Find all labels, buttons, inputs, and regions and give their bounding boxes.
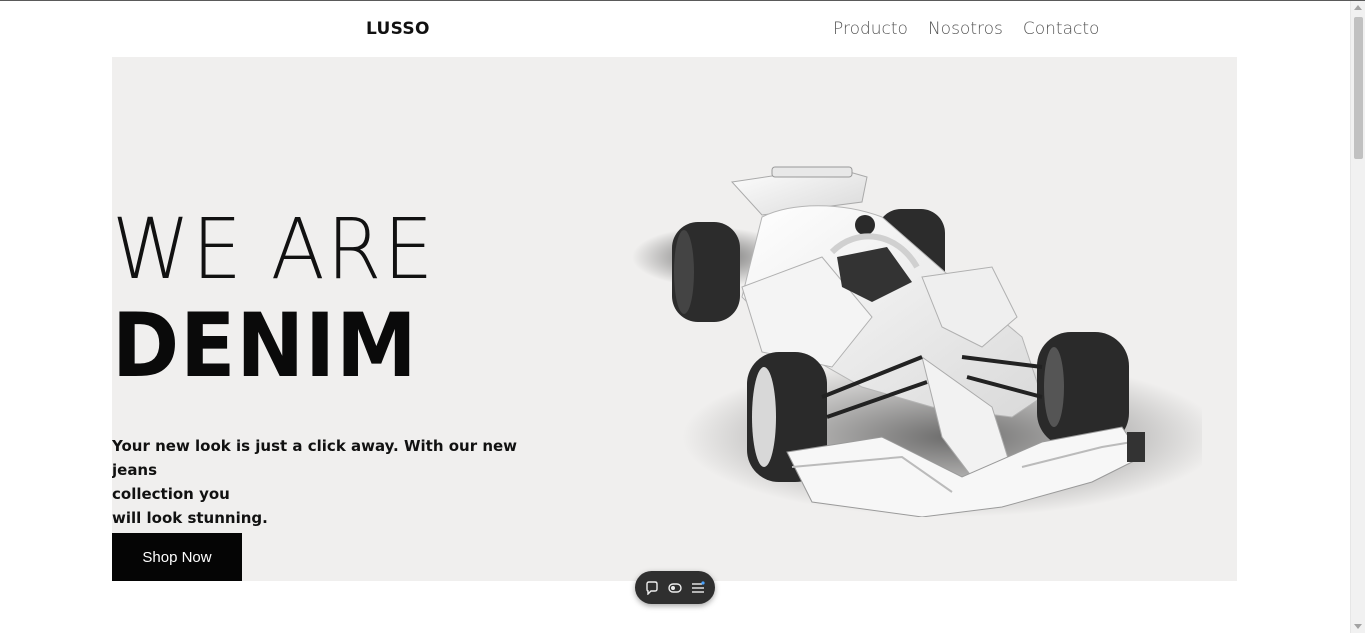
tagline-line-1: Your new look is just a click away. With…: [112, 437, 518, 479]
nav-link-contacto[interactable]: Contacto: [1023, 19, 1100, 39]
vertical-scrollbar[interactable]: [1350, 1, 1365, 633]
floating-toolbar: [635, 571, 715, 604]
shop-now-button[interactable]: Shop Now: [112, 533, 242, 581]
main-nav: Producto Nosotros Contacto: [833, 19, 1119, 39]
race-car-image: [632, 166, 1202, 517]
toggle-view-icon[interactable]: [667, 580, 683, 596]
window-top-border: [0, 0, 1365, 1]
hero-heading-bold: DENIM: [112, 294, 418, 397]
hero-tagline: Your new look is just a click away. With…: [112, 434, 532, 530]
comment-icon[interactable]: [644, 580, 660, 596]
site-logo[interactable]: LUSSO: [366, 19, 430, 39]
scroll-down-arrow-icon[interactable]: [1354, 624, 1362, 629]
nav-link-producto[interactable]: Producto: [833, 19, 908, 39]
tagline-line-3: will look stunning.: [112, 509, 268, 527]
hero-heading-light: WE ARE: [112, 200, 436, 298]
scroll-up-arrow-icon[interactable]: [1354, 5, 1362, 10]
hero-section: WE ARE DENIM Your new look is just a cli…: [112, 57, 1237, 581]
menu-list-icon[interactable]: [690, 580, 706, 596]
tagline-line-2: collection you: [112, 485, 230, 503]
scrollbar-thumb[interactable]: [1354, 17, 1363, 159]
nav-link-nosotros[interactable]: Nosotros: [928, 19, 1003, 39]
